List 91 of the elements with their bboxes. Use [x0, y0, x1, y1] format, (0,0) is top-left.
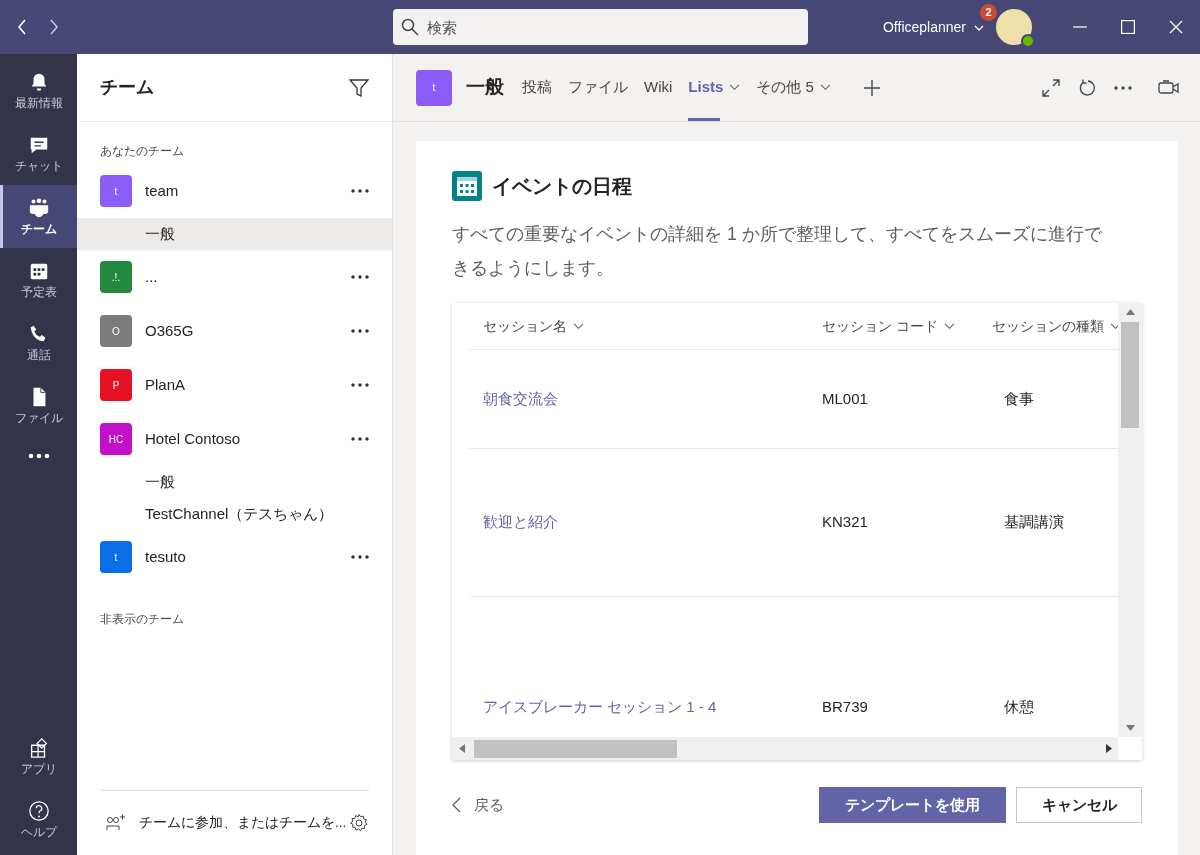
team-avatar: O	[100, 315, 132, 347]
channel-name: 一般	[466, 75, 504, 100]
table-cell-text: 休憩	[1003, 697, 1035, 718]
team-avatar: t	[100, 175, 132, 207]
app-bar-item[interactable]: 通話	[0, 311, 77, 374]
section-heading: あなたのチーム	[100, 143, 185, 160]
channel-item[interactable]: TestChannel（テスちゃん）	[77, 498, 392, 530]
more-options-icon[interactable]	[351, 329, 369, 333]
search-field[interactable]: 検索	[393, 9, 808, 45]
horizontal-scrollbar[interactable]	[452, 737, 1118, 760]
add-icon[interactable]	[862, 78, 881, 97]
more-options-icon[interactable]	[351, 383, 369, 387]
scroll-right-icon[interactable]	[1106, 744, 1112, 753]
scrollbar-thumb[interactable]	[474, 739, 677, 758]
team-avatar: t	[100, 541, 132, 573]
chevron-down-icon[interactable]	[943, 322, 955, 330]
more-options-icon[interactable]	[351, 189, 369, 193]
section-heading: 非表示のチーム	[100, 611, 185, 628]
filter-icon[interactable]	[349, 78, 369, 97]
avatar[interactable]	[996, 9, 1032, 45]
session-link[interactable]: アイスブレーカー セッション 1 - 4	[469, 696, 808, 719]
column-header[interactable]: セッション名	[483, 315, 567, 337]
back-icon[interactable]	[17, 19, 27, 35]
column-header[interactable]: セッション コード	[822, 315, 938, 337]
more-icon[interactable]	[27, 452, 50, 459]
calendar-icon	[452, 171, 482, 201]
session-link[interactable]: 朝食交流会	[469, 387, 808, 411]
join-team-icon	[106, 814, 126, 832]
status-available-icon	[1021, 34, 1035, 48]
more-options-icon[interactable]	[1114, 85, 1132, 90]
chevron-down-icon[interactable]	[1110, 322, 1118, 330]
chevron-down-icon[interactable]	[573, 322, 584, 330]
template-title: イベントの日程	[492, 174, 632, 199]
tab[interactable]: ファイル	[560, 54, 636, 121]
column-header[interactable]: セッションの種類	[992, 315, 1104, 337]
scrollbar-thumb[interactable]	[1121, 322, 1139, 428]
tab[interactable]: Lists	[680, 54, 749, 121]
session-link[interactable]: 歓迎と紹介	[469, 511, 808, 534]
team-name[interactable]: Hotel Contoso	[145, 427, 241, 451]
more-options-icon[interactable]	[351, 555, 369, 559]
help-icon	[27, 800, 50, 822]
team-avatar: .!.	[100, 261, 132, 293]
table-cell-text: KN321	[821, 512, 869, 533]
app-bar-item[interactable]: チャット	[0, 122, 77, 185]
teams-icon	[27, 197, 50, 219]
action-button[interactable]: キャンセル	[1016, 787, 1142, 823]
app-bar-item[interactable]: 予定表	[0, 248, 77, 311]
tab[interactable]: その他 5	[748, 54, 839, 121]
table-cell-text: 基調講演	[1003, 512, 1065, 533]
more-options-icon[interactable]	[351, 275, 369, 279]
app-bar-item[interactable]: ファイル	[0, 374, 77, 437]
refresh-icon[interactable]	[1078, 78, 1096, 97]
team-name[interactable]: ...	[145, 265, 158, 289]
app-bar-item[interactable]: 最新情報	[0, 59, 77, 122]
settings-icon[interactable]	[349, 813, 369, 833]
more-options-icon[interactable]	[351, 437, 369, 441]
join-team-link[interactable]: チームに参加、またはチームを...	[139, 812, 347, 834]
scroll-up-icon[interactable]	[1125, 309, 1135, 315]
template-description: すべての重要なイベントの詳細を 1 か所で整理して、すべてをスムーズに進行できるようにします。	[452, 223, 1103, 280]
chevron-left-icon[interactable]	[452, 797, 461, 813]
meet-camera-icon[interactable]	[1158, 79, 1180, 96]
team-avatar: HC	[100, 423, 132, 455]
action-button[interactable]: テンプレートを使用	[819, 787, 1006, 823]
app-bar-item[interactable]: アプリ	[0, 725, 77, 788]
team-name[interactable]: O365G	[145, 319, 194, 343]
app-bar-item[interactable]: ヘルプ	[0, 788, 77, 851]
table-cell-text: 食事	[1003, 388, 1035, 409]
user-name[interactable]: Officeplanner	[883, 16, 966, 38]
app-bar-item[interactable]: チーム	[0, 185, 77, 248]
expand-icon[interactable]	[1042, 78, 1060, 97]
team-name[interactable]: tesuto	[145, 545, 186, 569]
team-name[interactable]: PlanA	[145, 373, 186, 397]
panel-title: チーム	[100, 76, 154, 99]
back-link[interactable]: 戻る	[474, 793, 504, 817]
scroll-down-icon[interactable]	[1125, 725, 1135, 731]
team-name[interactable]: team	[145, 179, 179, 203]
search-icon	[401, 18, 419, 36]
team-avatar: t	[416, 69, 452, 106]
table-cell-text: ML001	[821, 388, 869, 409]
close-icon[interactable]	[1169, 20, 1183, 34]
vertical-scrollbar[interactable]	[1118, 303, 1142, 737]
table-cell-text: BR739	[821, 697, 869, 718]
maximize-icon[interactable]	[1121, 20, 1135, 34]
channel-item[interactable]: 一般	[77, 218, 392, 250]
tab[interactable]: 投稿	[514, 54, 560, 121]
scroll-left-icon[interactable]	[459, 744, 465, 753]
team-avatar: P	[100, 369, 132, 401]
tab[interactable]: Wiki	[636, 54, 681, 121]
forward-icon[interactable]	[49, 19, 59, 35]
channel-item[interactable]: 一般	[77, 466, 392, 498]
notification-badge: 2	[980, 4, 997, 21]
